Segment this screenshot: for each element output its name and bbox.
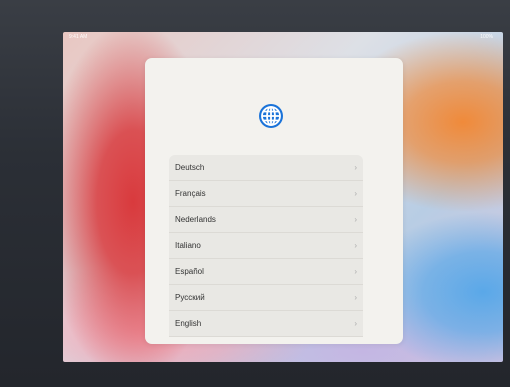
language-option-nederlands[interactable]: Nederlands › — [169, 207, 363, 233]
ipad-screen: 9:41 AM 100% Deutsch › Français › Nederl… — [63, 32, 503, 362]
chevron-right-icon: › — [354, 267, 357, 276]
status-time: 9:41 AM — [69, 34, 88, 40]
chevron-right-icon: › — [354, 293, 357, 302]
chevron-right-icon: › — [354, 319, 357, 328]
language-list: Deutsch › Français › Nederlands › Italia… — [169, 155, 363, 337]
chevron-right-icon: › — [354, 215, 357, 224]
language-label: Français — [175, 189, 206, 198]
language-label: Italiano — [175, 241, 201, 250]
language-label: English — [175, 319, 202, 328]
chevron-right-icon: › — [354, 189, 357, 198]
globe-icon — [259, 104, 283, 128]
language-selection-card: Deutsch › Français › Nederlands › Italia… — [145, 58, 403, 344]
language-option-english[interactable]: English › — [169, 311, 363, 337]
chevron-right-icon: › — [354, 163, 357, 172]
language-label: Русский — [175, 293, 205, 302]
language-option-russian[interactable]: Русский › — [169, 285, 363, 311]
language-option-deutsch[interactable]: Deutsch › — [169, 155, 363, 181]
chevron-right-icon: › — [354, 241, 357, 250]
language-option-espanol[interactable]: Español › — [169, 259, 363, 285]
language-label: Español — [175, 267, 204, 276]
status-battery: 100% — [480, 34, 493, 40]
language-option-francais[interactable]: Français › — [169, 181, 363, 207]
language-label: Nederlands — [175, 215, 216, 224]
language-option-italiano[interactable]: Italiano › — [169, 233, 363, 259]
language-label: Deutsch — [175, 163, 205, 172]
